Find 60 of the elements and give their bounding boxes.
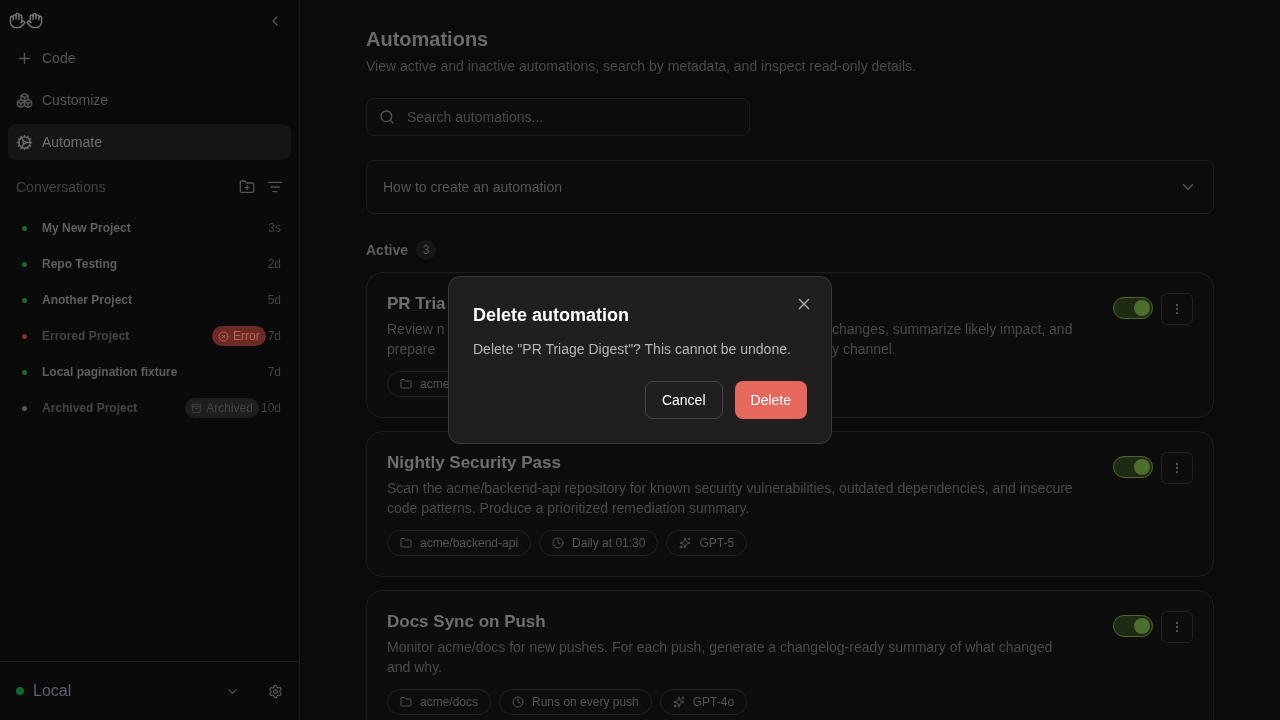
count-badge: 3 bbox=[416, 240, 437, 260]
card-description: Review n bbox=[387, 321, 445, 337]
conversation-name: Repo Testing bbox=[42, 256, 119, 273]
conversation-name: Archived Project bbox=[42, 400, 139, 417]
conversation-item[interactable]: Errored Project Error 7d bbox=[0, 318, 299, 354]
conversation-name: Another Project bbox=[42, 292, 133, 309]
conversation-item[interactable]: Another Project 5d bbox=[0, 282, 299, 318]
gear-icon bbox=[16, 133, 33, 151]
sparkles-icon bbox=[679, 537, 692, 549]
conversation-name: Errored Project bbox=[42, 328, 131, 345]
error-badge: Error bbox=[211, 326, 266, 346]
conversation-name: My New Project bbox=[42, 220, 132, 237]
settings-icon[interactable] bbox=[268, 683, 283, 699]
hands-logo-icon bbox=[9, 12, 43, 29]
section-heading: Active bbox=[366, 240, 409, 260]
delete-button[interactable]: Delete bbox=[734, 381, 807, 419]
conversation-time: 3s bbox=[268, 220, 281, 237]
section-heading: Conversations bbox=[16, 177, 106, 197]
dialog-message: Delete "PR Triage Digest"? This cannot be undone. bbox=[473, 340, 792, 359]
card-title: Nightly Security Pass bbox=[387, 452, 561, 474]
conversation-item[interactable]: Repo Testing 2d bbox=[0, 246, 299, 282]
dialog-title: Delete automation bbox=[473, 304, 631, 326]
filter-icon[interactable] bbox=[267, 179, 283, 195]
search-icon bbox=[379, 109, 395, 125]
nav-item[interactable]: Code bbox=[8, 40, 291, 76]
card-title: PR Tria bbox=[387, 293, 446, 315]
search-field[interactable]: Search automations... bbox=[366, 98, 750, 136]
toggle-switch[interactable] bbox=[1113, 297, 1153, 319]
conversation-time: 10d bbox=[260, 400, 281, 417]
card-description: prepare bbox=[387, 341, 436, 357]
toggle-switch[interactable] bbox=[1113, 615, 1153, 637]
page-title: Automations bbox=[366, 27, 490, 52]
conversation-time: 7d bbox=[267, 328, 281, 345]
conversation-item[interactable]: My New Project 3s bbox=[0, 210, 299, 246]
clock-icon bbox=[552, 537, 565, 549]
folder-icon bbox=[400, 378, 412, 390]
search-input[interactable]: Search automations... bbox=[407, 106, 737, 128]
card-description: Scan the acme/backend-api repository for known security vulnerabilities, outdated dependencies, and insecure code patterns. Produce a prioritized remediation summary. bbox=[387, 479, 1074, 518]
boxes-icon bbox=[16, 91, 33, 109]
card-description: changes, summarize likely impact, and bbox=[832, 320, 1073, 339]
nav-item[interactable]: Customize bbox=[8, 82, 291, 118]
nav-item[interactable]: Automate bbox=[8, 124, 291, 160]
card-title: Docs Sync on Push bbox=[387, 611, 546, 633]
conversation-name: Local pagination fixture bbox=[42, 364, 179, 381]
sparkles-icon bbox=[672, 696, 685, 708]
new-folder-icon[interactable] bbox=[239, 179, 255, 195]
clock-icon bbox=[512, 696, 525, 708]
card-description: y channel. bbox=[832, 340, 896, 359]
conversation-time: 5d bbox=[267, 292, 281, 309]
accordion-header[interactable]: How to create an automation bbox=[366, 160, 1214, 214]
conversation-item[interactable]: Local pagination fixture 7d bbox=[0, 354, 299, 390]
page-subtitle: View active and inactive automations, search by metadata, and inspect read-only details. bbox=[366, 57, 917, 76]
conversation-time: 7d bbox=[267, 364, 281, 381]
cancel-button[interactable]: Cancel bbox=[644, 381, 723, 419]
conversation-time: 2d bbox=[267, 256, 281, 273]
folder-icon bbox=[400, 537, 412, 549]
toggle-switch[interactable] bbox=[1113, 456, 1153, 478]
environment-label: Local bbox=[33, 681, 73, 701]
card-description: Monitor acme/docs for new pushes. For each push, generate a changelog-ready summary of what changed and why. bbox=[387, 638, 1054, 677]
folder-icon bbox=[400, 696, 412, 708]
